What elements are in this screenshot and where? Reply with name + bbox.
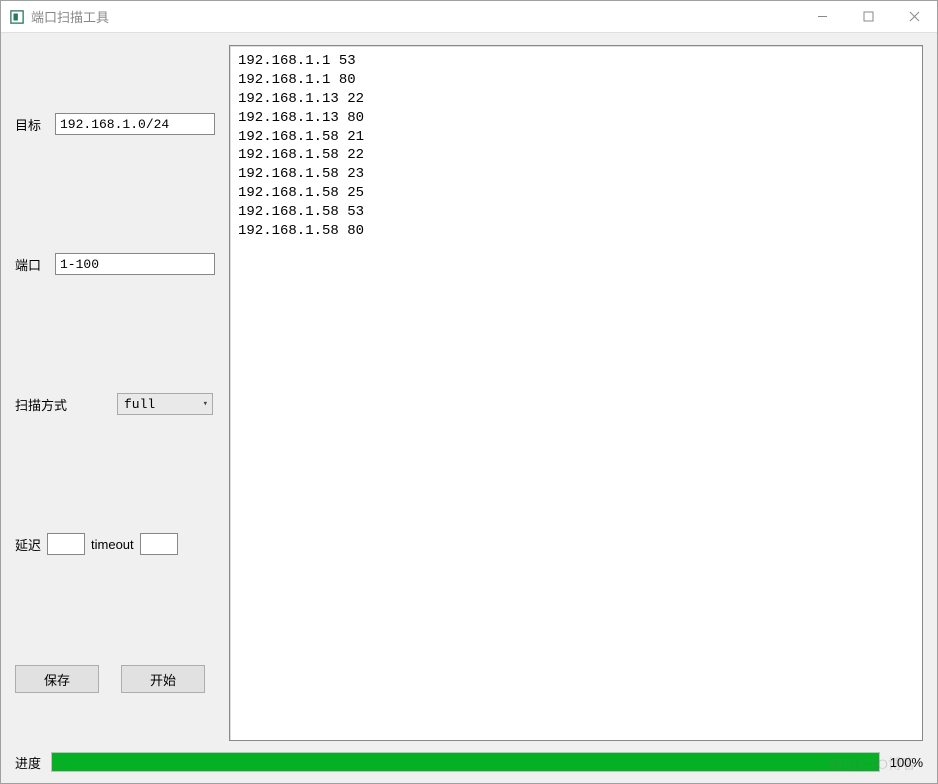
port-label: 端口 <box>15 255 51 274</box>
button-row: 保存 开始 <box>15 665 215 693</box>
target-label: 目标 <box>15 115 51 134</box>
delay-row: 延迟 timeout <box>15 533 215 555</box>
window-controls <box>799 1 937 32</box>
save-button[interactable]: 保存 <box>15 665 99 693</box>
titlebar: 端口扫描工具 <box>1 1 937 33</box>
target-input[interactable] <box>55 113 215 135</box>
timeout-label: timeout <box>91 537 134 552</box>
target-row: 目标 <box>15 113 215 135</box>
port-input[interactable] <box>55 253 215 275</box>
close-button[interactable] <box>891 1 937 32</box>
window-title: 端口扫描工具 <box>31 7 799 26</box>
timeout-input[interactable] <box>140 533 178 555</box>
content-area: 目标 端口 扫描方式 full ▾ 延迟 timeout <box>1 33 937 749</box>
scan-mode-select[interactable]: full ▾ <box>117 393 213 415</box>
delay-label: 延迟 <box>15 535 41 554</box>
scan-mode-value: full <box>124 397 155 412</box>
results-output[interactable]: 192.168.1.1 53 192.168.1.1 80 192.168.1.… <box>229 45 923 741</box>
app-icon <box>9 9 25 25</box>
progress-fill <box>52 753 879 771</box>
left-panel: 目标 端口 扫描方式 full ▾ 延迟 timeout <box>15 45 215 741</box>
app-window: 端口扫描工具 目标 端口 扫描方式 <box>0 0 938 784</box>
right-panel: 192.168.1.1 53 192.168.1.1 80 192.168.1.… <box>229 45 923 741</box>
minimize-button[interactable] <box>799 1 845 32</box>
chevron-down-icon: ▾ <box>203 399 208 409</box>
start-button[interactable]: 开始 <box>121 665 205 693</box>
port-row: 端口 <box>15 253 215 275</box>
maximize-button[interactable] <box>845 1 891 32</box>
progress-bar-area: 进度 100% <box>1 749 937 783</box>
progress-track <box>51 752 880 772</box>
scan-mode-label: 扫描方式 <box>15 395 77 414</box>
progress-label: 进度 <box>15 753 41 772</box>
progress-percent: 100% <box>890 755 923 770</box>
delay-input[interactable] <box>47 533 85 555</box>
scan-mode-row: 扫描方式 full ▾ <box>15 393 215 415</box>
